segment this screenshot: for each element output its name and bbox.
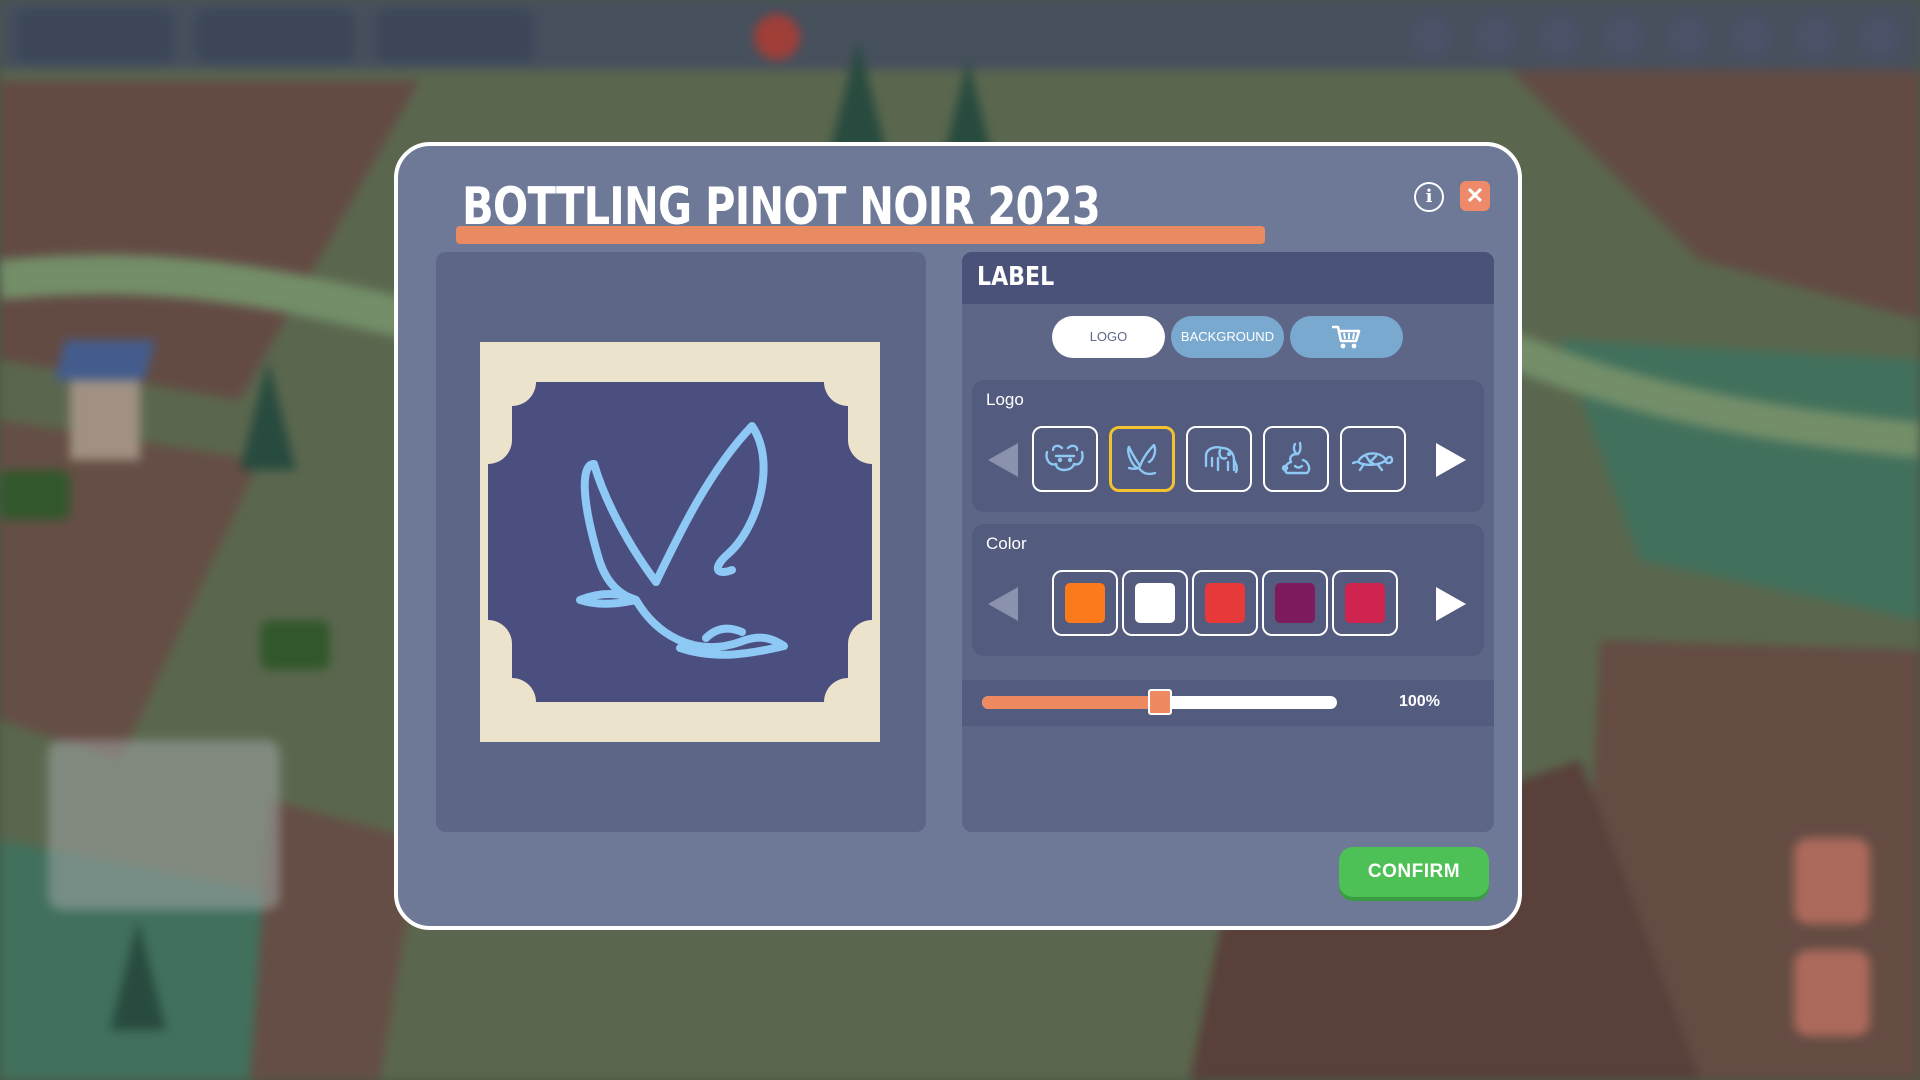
elephant-icon: [1204, 446, 1239, 474]
bird-icon: [1127, 443, 1157, 476]
tab-background[interactable]: BACKGROUND: [1171, 316, 1284, 358]
modal-title: BOTTLING PINOT NOIR 2023: [462, 177, 1101, 237]
modal-header: BOTTLING PINOT NOIR 2023: [456, 168, 1266, 246]
color-section: Color: [972, 524, 1484, 656]
logo-prev-arrow-icon[interactable]: [988, 443, 1018, 477]
bottling-modal: BOTTLING PINOT NOIR 2023 i ✕ LABEL LOGO: [394, 142, 1522, 930]
color-option-plum[interactable]: [1262, 570, 1328, 636]
settings-title: LABEL: [977, 262, 1055, 292]
bull-icon: [1045, 444, 1084, 472]
label-tabs: LOGO BACKGROUND: [1052, 316, 1403, 358]
size-slider-handle[interactable]: [1147, 689, 1172, 715]
size-slider-row: 100%: [962, 680, 1494, 726]
color-option-white[interactable]: [1122, 570, 1188, 636]
size-slider-fill: [982, 696, 1160, 709]
color-swatch: [1275, 583, 1315, 623]
size-slider-value: 100%: [1399, 693, 1440, 710]
label-preview-panel: [436, 252, 926, 832]
logo-options: [1032, 426, 1406, 492]
color-option-orange[interactable]: [1052, 570, 1118, 636]
rabbit-icon: [1281, 441, 1311, 475]
turtle-icon: [1351, 452, 1394, 472]
color-option-crimson[interactable]: [1332, 570, 1398, 636]
logo-option-turtle[interactable]: [1340, 426, 1406, 492]
shopping-cart-icon: [1331, 325, 1360, 349]
label-preview: [480, 342, 880, 742]
color-swatch: [1135, 583, 1175, 623]
label-settings-panel: LABEL LOGO BACKGROUND Logo Color 100%: [962, 252, 1494, 832]
logo-section: Logo: [972, 380, 1484, 512]
color-section-label: Color: [986, 534, 1027, 553]
color-prev-arrow-icon[interactable]: [988, 587, 1018, 621]
color-swatch: [1345, 583, 1385, 623]
logo-option-bull[interactable]: [1032, 426, 1098, 492]
info-icon[interactable]: i: [1414, 182, 1444, 212]
logo-option-elephant[interactable]: [1186, 426, 1252, 492]
tab-logo[interactable]: LOGO: [1052, 316, 1165, 358]
logo-option-rabbit[interactable]: [1263, 426, 1329, 492]
logo-section-label: Logo: [986, 390, 1024, 409]
settings-header: LABEL: [962, 252, 1494, 304]
tab-shop[interactable]: [1290, 316, 1403, 358]
color-swatch: [1065, 583, 1105, 623]
label-badge: [488, 382, 872, 702]
confirm-button[interactable]: CONFIRM: [1339, 847, 1489, 897]
color-next-arrow-icon[interactable]: [1436, 587, 1466, 621]
color-option-red[interactable]: [1192, 570, 1258, 636]
close-icon[interactable]: ✕: [1460, 181, 1490, 211]
color-options: [1052, 570, 1398, 636]
color-swatch: [1205, 583, 1245, 623]
logo-next-arrow-icon[interactable]: [1436, 443, 1466, 477]
logo-option-bird[interactable]: [1109, 426, 1175, 492]
